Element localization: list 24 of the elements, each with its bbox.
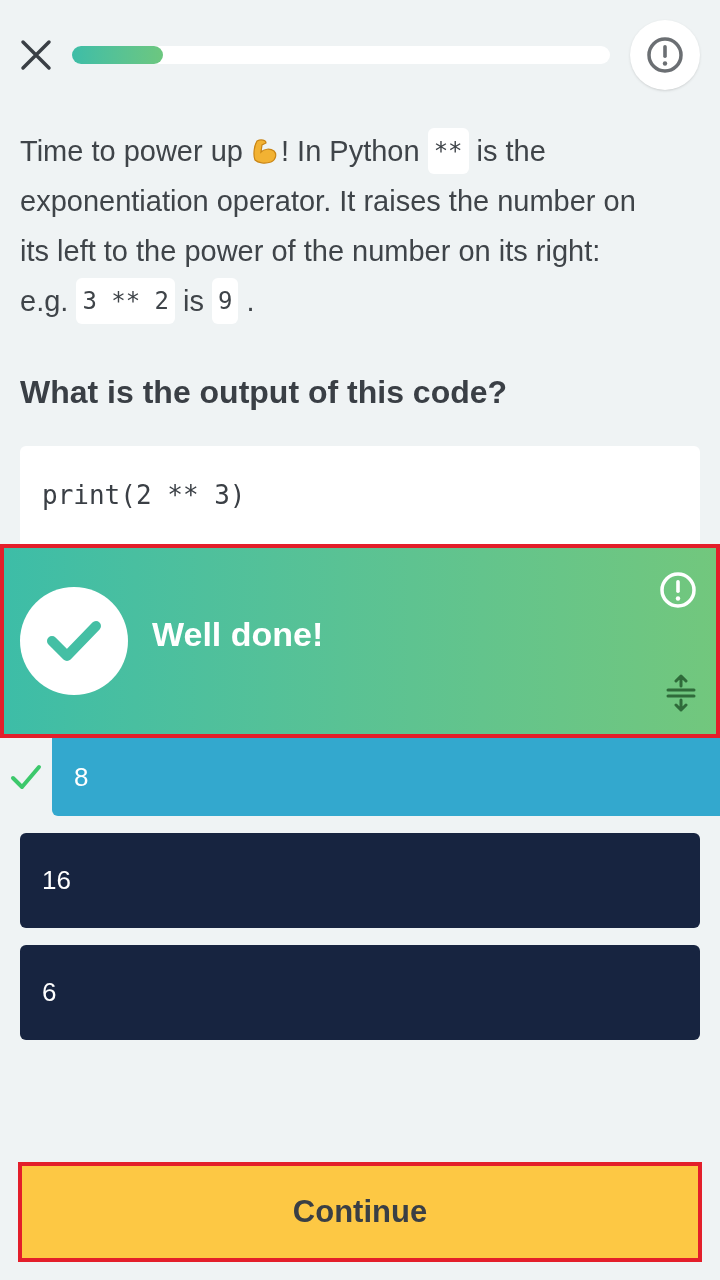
info-icon (658, 570, 698, 610)
report-button[interactable] (630, 20, 700, 90)
inline-code: ** (427, 128, 469, 174)
explanation-text: is the (476, 134, 546, 169)
question-heading: What is the output of this code? (19, 373, 509, 412)
feedback-message: Well done! (152, 613, 324, 655)
close-button[interactable] (20, 39, 52, 71)
inline-code: 9 (212, 278, 239, 324)
explanation-text: is (183, 284, 205, 319)
continue-button[interactable]: Continue (18, 1162, 702, 1262)
explanation-text: its left to the power of the number on its right: (20, 234, 601, 269)
answer-option[interactable]: 16 (20, 833, 700, 928)
explanation-text: ! In Python (280, 134, 420, 169)
explanation-text: . (246, 284, 255, 319)
explanation-text: Time to power up (20, 134, 243, 169)
flexed-arm-icon (250, 137, 279, 165)
explanation-text: exponentiation operator. It raises the number on (20, 184, 636, 219)
code-block: print(2 ** 3) (20, 446, 700, 544)
expand-icon[interactable] (666, 674, 696, 712)
info-icon (645, 35, 685, 75)
check-icon (10, 763, 42, 791)
inline-code: 3 ** 2 (76, 278, 176, 324)
explanation-text: e.g. (20, 284, 69, 319)
answer-option[interactable]: 6 (20, 945, 700, 1040)
